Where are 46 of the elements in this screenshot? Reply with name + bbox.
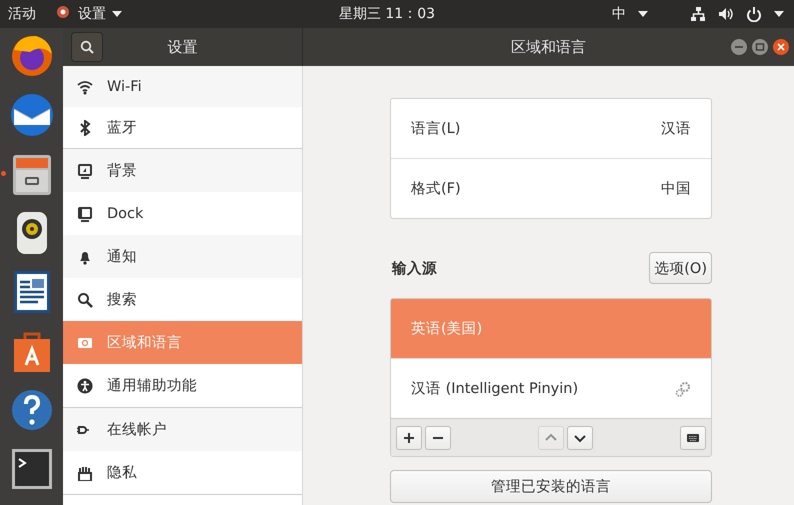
sidebar-item[interactable]: 隐私	[63, 451, 302, 494]
search-icon	[77, 292, 93, 308]
volume-icon	[718, 6, 734, 22]
caret-icon	[112, 11, 122, 17]
search-icon	[80, 40, 94, 54]
network-icon	[690, 6, 706, 22]
sidebar-item[interactable]: 搜索	[63, 278, 302, 321]
sidebar-item[interactable]: 蓝牙	[63, 107, 302, 148]
setting-value[interactable]: 中国	[661, 179, 691, 198]
sidebar-item[interactable]: 通知	[63, 235, 302, 278]
close-button[interactable]	[772, 38, 790, 56]
sidebar-item[interactable]: Dock	[63, 192, 302, 235]
running-indicator	[0, 171, 6, 176]
accessibility-icon	[77, 378, 93, 394]
background-icon	[77, 162, 93, 178]
move-down-button[interactable]	[567, 426, 593, 450]
activities-button[interactable]: 活动	[8, 5, 36, 23]
sidebar-item[interactable]: 通用辅助功能	[63, 364, 302, 407]
setting-label: 格式(F)	[411, 180, 461, 198]
input-method-indicator[interactable]: 中	[612, 5, 626, 23]
sidebar-item[interactable]: Wi-Fi	[63, 66, 302, 107]
remove-button[interactable]	[425, 426, 451, 450]
section-heading: 输入源	[390, 260, 437, 278]
dock-icon	[77, 206, 93, 222]
minimize-button[interactable]	[730, 38, 748, 56]
clock[interactable]: 星期三 11：03	[338, 5, 436, 23]
keyboard-icon	[687, 432, 699, 444]
caret-icon	[638, 11, 648, 17]
setting-label: 语言(L)	[411, 120, 460, 138]
manage-languages-button[interactable]: 管理已安装的语言	[390, 470, 712, 503]
sidebar-title: 设置	[166, 38, 198, 56]
maximize-button[interactable]	[751, 38, 769, 56]
setting-value[interactable]: 汉语	[661, 119, 691, 138]
wifi-icon	[77, 78, 93, 94]
power-icon	[746, 6, 762, 22]
sidebar-item[interactable]: 背景	[63, 149, 302, 192]
window-title: 区域和语言	[511, 38, 586, 56]
chevron-up-icon	[545, 432, 557, 444]
sidebar-item[interactable]: 在线帐户	[63, 408, 302, 451]
search-button[interactable]	[71, 32, 103, 62]
app-menu[interactable]: 设置	[78, 5, 106, 23]
plus-icon	[403, 432, 415, 444]
options-button[interactable]: 选项(O)	[649, 252, 712, 284]
keyboard-button[interactable]	[680, 426, 706, 450]
add-button[interactable]	[396, 426, 422, 450]
caret-icon	[774, 11, 784, 17]
